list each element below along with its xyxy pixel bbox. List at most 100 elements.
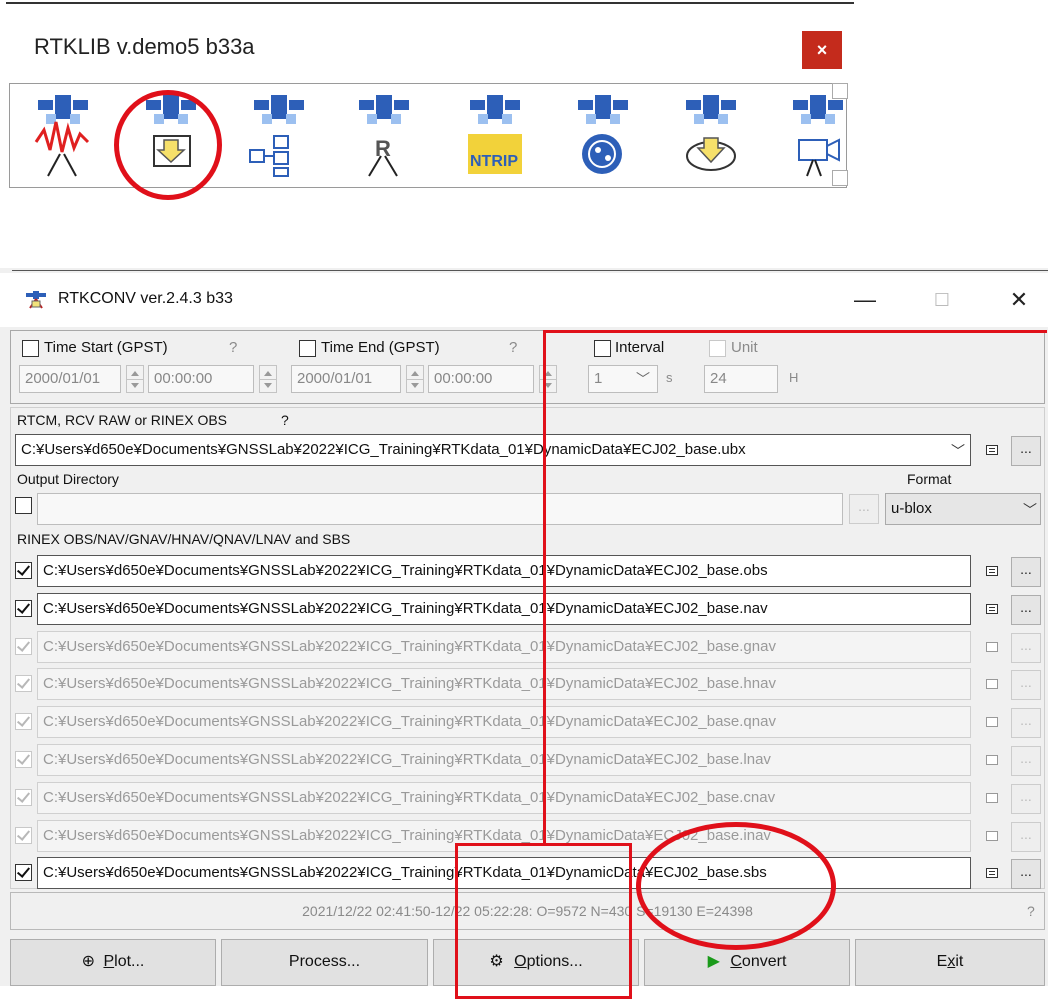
highlight-line-vertical	[543, 330, 546, 844]
strsvr-icon[interactable]	[234, 92, 324, 178]
output-file-field[interactable]: C:¥Users¥d650e¥Documents¥GNSSLab¥2022¥IC…	[37, 592, 971, 625]
time-end-time-spinner[interactable]	[539, 365, 557, 393]
time-end-date-field[interactable]: 2000/01/01	[291, 365, 401, 393]
output-directory-field[interactable]	[37, 493, 843, 525]
exit-label-start: E	[936, 953, 948, 970]
unit-checkbox[interactable]	[709, 340, 726, 357]
output-file-row: C:¥Users¥d650e¥Documents¥GNSSLab¥2022¥IC…	[11, 552, 1044, 588]
time-start-checkbox[interactable]	[22, 340, 39, 357]
edit-icon[interactable]	[986, 830, 998, 841]
rtkplot-icon[interactable]	[558, 92, 648, 178]
chevron-down-icon: ﹀	[636, 371, 650, 387]
ntrip-browser-icon[interactable]: NTRIP	[450, 92, 540, 178]
outputs-label: RINEX OBS/NAV/GNAV/HNAV/QNAV/LNAV and SB…	[17, 531, 351, 547]
edit-icon[interactable]	[986, 445, 998, 455]
edit-icon[interactable]	[986, 755, 998, 765]
output-browse-button[interactable]: ...	[1011, 708, 1041, 739]
time-end-help[interactable]: ?	[509, 339, 517, 356]
process-button[interactable]: Process...	[221, 939, 428, 986]
output-enable-checkbox[interactable]	[15, 599, 32, 617]
output-enable-checkbox[interactable]	[15, 788, 32, 806]
edit-icon[interactable]	[986, 679, 998, 690]
edit-icon[interactable]	[986, 717, 998, 728]
rtkvideo-icon[interactable]	[773, 92, 863, 178]
time-end-checkbox[interactable]	[299, 340, 316, 357]
exit-label: it	[955, 953, 964, 970]
input-browse-button[interactable]: ...	[1011, 436, 1041, 466]
output-directory-label: Output Directory	[17, 471, 119, 487]
output-file-field[interactable]: C:¥Users¥d650e¥Documents¥GNSSLab¥2022¥IC…	[37, 668, 971, 701]
svg-text:R: R	[375, 136, 391, 161]
output-browse-button[interactable]: ...	[1011, 594, 1041, 625]
output-enable-checkbox[interactable]	[15, 864, 32, 882]
close-button[interactable]: ✕	[996, 283, 1042, 317]
output-file-field[interactable]: C:¥Users¥d650e¥Documents¥GNSSLab¥2022¥IC…	[37, 630, 971, 663]
launcher-close-button[interactable]: ×	[802, 31, 842, 69]
output-browse-button[interactable]: ...	[1011, 670, 1041, 701]
time-end-time-field[interactable]: 00:00:00	[428, 365, 534, 393]
rtkconv-app-icon	[26, 291, 46, 309]
highlight-ellipse-convert	[636, 822, 836, 950]
output-enable-checkbox[interactable]	[15, 713, 32, 731]
output-browse-button[interactable]: ...	[1011, 859, 1041, 890]
output-file-field[interactable]: C:¥Users¥d650e¥Documents¥GNSSLab¥2022¥IC…	[37, 706, 971, 739]
time-start-time-spinner[interactable]	[259, 365, 277, 393]
output-enable-checkbox[interactable]	[15, 675, 32, 693]
edit-icon[interactable]	[986, 792, 998, 803]
time-start-date-field[interactable]: 2000/01/01	[19, 365, 121, 393]
output-enable-checkbox[interactable]	[15, 751, 32, 768]
output-file-row: C:¥Users¥d650e¥Documents¥GNSSLab¥2022¥IC…	[11, 703, 1044, 739]
chevron-down-icon: ﹀	[1023, 502, 1037, 518]
highlight-rect-right-edge	[1044, 330, 1047, 333]
output-enable-checkbox[interactable]	[15, 562, 32, 579]
exit-button[interactable]: Exit	[855, 939, 1045, 986]
status-help[interactable]: ?	[1027, 903, 1035, 919]
output-directory-browse-button[interactable]: ...	[849, 494, 879, 524]
play-icon: ▶	[707, 953, 720, 970]
edit-icon[interactable]	[986, 868, 998, 879]
edit-icon[interactable]	[986, 603, 998, 614]
format-label: Format	[907, 471, 952, 487]
output-browse-button[interactable]: ...	[1011, 821, 1041, 852]
output-browse-button[interactable]: ...	[1011, 632, 1041, 663]
time-end-date-spinner[interactable]	[406, 365, 424, 393]
input-file-combobox[interactable]: C:¥Users¥d650e¥Documents¥GNSSLab¥2022¥IC…	[15, 434, 971, 466]
svg-text:NTRIP: NTRIP	[470, 153, 518, 170]
time-start-date-spinner[interactable]	[126, 365, 144, 393]
output-file-field[interactable]: C:¥Users¥d650e¥Documents¥GNSSLab¥2022¥IC…	[37, 744, 971, 776]
toolbar-scroll-up[interactable]	[832, 83, 848, 99]
output-file-row: C:¥Users¥d650e¥Documents¥GNSSLab¥2022¥IC…	[11, 741, 1044, 777]
edit-icon[interactable]	[986, 641, 998, 652]
output-file-field[interactable]: C:¥Users¥d650e¥Documents¥GNSSLab¥2022¥IC…	[37, 781, 971, 814]
minimize-button[interactable]: —	[842, 283, 888, 317]
format-select[interactable]: u-blox	[885, 493, 1041, 525]
toolbar-scroll-down[interactable]	[832, 170, 848, 186]
time-start-time-field[interactable]: 00:00:00	[148, 365, 254, 393]
rtkpost-icon[interactable]: R	[339, 92, 429, 178]
plot-button[interactable]: ⊕ Plot...	[10, 939, 216, 986]
output-browse-button[interactable]: ...	[1011, 783, 1041, 814]
chevron-down-icon[interactable]: ﹀	[951, 441, 965, 461]
output-directory-checkbox[interactable]	[15, 497, 32, 514]
input-help[interactable]: ?	[281, 412, 289, 428]
window-edge	[6, 2, 854, 4]
output-enable-checkbox[interactable]	[15, 637, 32, 655]
rtknavi-icon[interactable]	[18, 92, 108, 178]
output-file-field[interactable]: C:¥Users¥d650e¥Documents¥GNSSLab¥2022¥IC…	[37, 555, 971, 587]
output-browse-button[interactable]: ...	[1011, 746, 1041, 776]
launcher-title: RTKLIB v.demo5 b33a	[34, 34, 255, 59]
interval-checkbox[interactable]	[594, 340, 611, 357]
unit-label: Unit	[731, 339, 758, 356]
plot-mnemonic: P	[103, 953, 115, 970]
highlight-ellipse-rtkconv	[114, 90, 222, 200]
unit-field[interactable]: 24	[704, 365, 778, 393]
edit-icon[interactable]	[986, 566, 998, 576]
maximize-button[interactable]: ☐	[919, 283, 965, 317]
rtkget-icon[interactable]	[666, 92, 756, 178]
output-enable-checkbox[interactable]	[15, 826, 32, 844]
output-browse-button[interactable]: ...	[1011, 557, 1041, 587]
time-start-help[interactable]: ?	[229, 339, 237, 356]
highlight-rect-columns	[543, 330, 1044, 333]
files-panel: RTCM, RCV RAW or RINEX OBS ? C:¥Users¥d6…	[10, 407, 1045, 890]
title-bar: RTKCONV ver.2.4.3 b33 — ☐ ✕	[0, 273, 1048, 327]
